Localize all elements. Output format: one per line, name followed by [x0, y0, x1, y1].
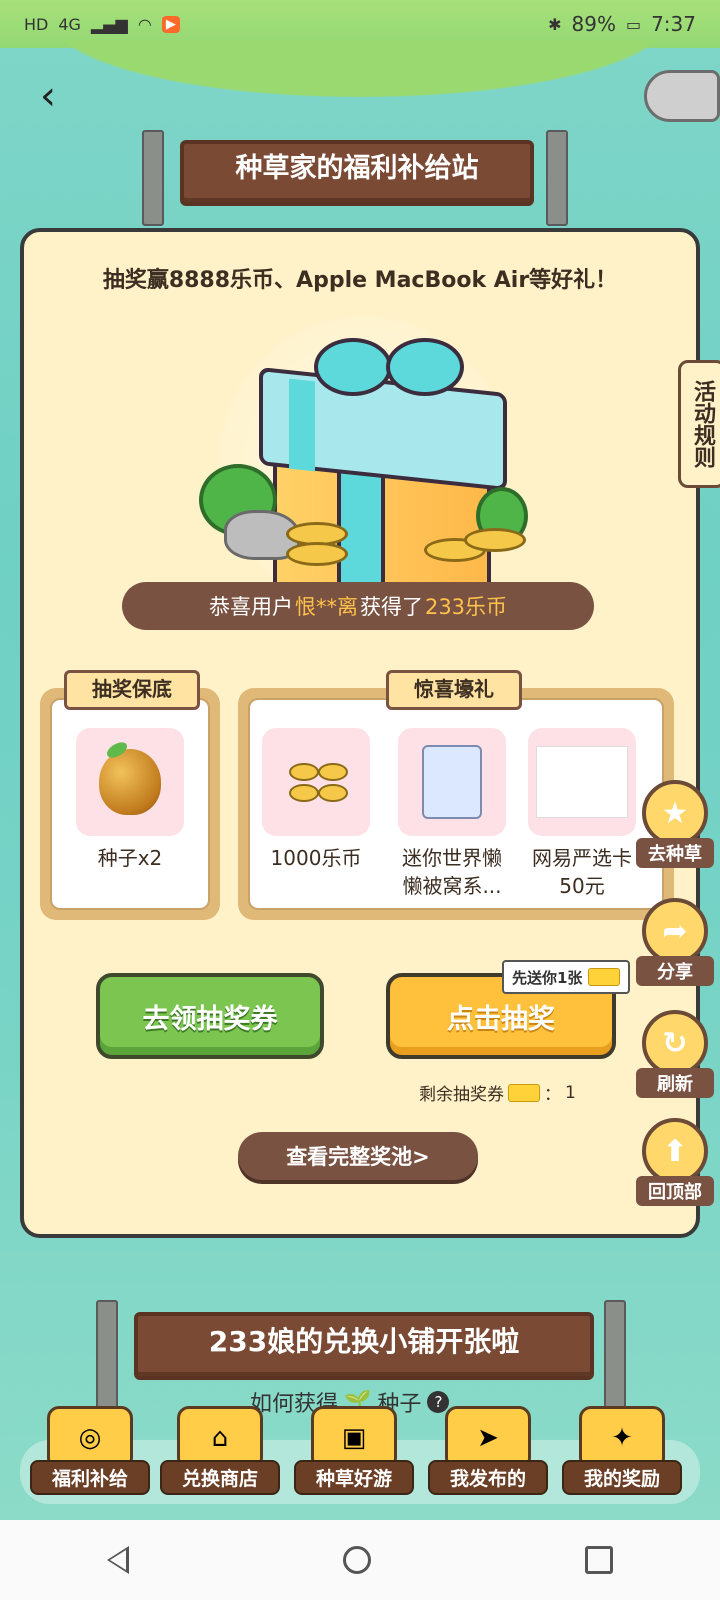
back-button[interactable]: ‹ — [28, 76, 68, 116]
share-button[interactable]: ➦ 分享 — [636, 898, 714, 986]
lottery-card: 抽奖赢8888乐币、Apple MacBook Air等好礼！ 恭喜用户 恨**… — [20, 228, 700, 1238]
free-ticket-tip: 先送你1张 — [502, 960, 631, 994]
prize-label: 1000乐币 — [270, 846, 362, 870]
nav-home-icon[interactable] — [343, 1546, 371, 1574]
float-label: 刷新 — [636, 1068, 714, 1098]
shop-sign: 233娘的兑换小铺开张啦 — [134, 1312, 594, 1380]
notice-middle: 获得了 — [359, 595, 423, 619]
shop-sign-title: 233娘的兑换小铺开张啦 — [208, 1325, 520, 1358]
prize-item[interactable]: 1000乐币 — [262, 728, 370, 872]
guarantee-tag: 抽奖保底 — [64, 670, 200, 710]
tab-good-games[interactable]: ▣ 种草好游 — [294, 1406, 414, 1495]
tab-my-rewards[interactable]: ✦ 我的奖励 — [562, 1406, 682, 1495]
wifi-icon: ◠ — [137, 14, 152, 34]
battery-percent: 89% — [571, 12, 616, 36]
sign-post-right — [604, 1300, 626, 1414]
remaining-label: 剩余抽奖券 — [419, 1085, 504, 1105]
sign-post-left — [142, 130, 164, 226]
sign-post-left — [96, 1300, 118, 1414]
ticket-icon — [588, 968, 621, 986]
grass-header-decoration — [0, 40, 720, 110]
tab-label: 福利补给 — [30, 1460, 150, 1495]
play-badge-icon: ▶ — [161, 15, 180, 33]
arrow-up-icon: ⬆ — [642, 1118, 708, 1184]
tab-label: 兑换商店 — [160, 1460, 280, 1495]
gift-tip-label: 先送你1张 — [512, 968, 583, 987]
prize-item[interactable]: 网易严选卡50元 — [528, 728, 636, 900]
refresh-icon: ↻ — [642, 1010, 708, 1076]
bluetooth-icon: ✱ — [548, 14, 562, 34]
float-label: 去种草 — [636, 838, 714, 868]
hd-icon: HD — [24, 14, 49, 34]
get-tickets-button[interactable]: 去领抽奖券 — [96, 973, 324, 1059]
coin-decoration — [286, 542, 348, 566]
tab-exchange-shop[interactable]: ⌂ 兑换商店 — [160, 1406, 280, 1495]
seed-icon — [76, 728, 184, 836]
tab-label: 我发布的 — [428, 1460, 548, 1495]
headline: 抽奖赢8888乐币、Apple MacBook Air等好礼！ — [102, 268, 618, 293]
back-to-top-button[interactable]: ⬆ 回顶部 — [636, 1118, 714, 1206]
card-icon — [528, 728, 636, 836]
tab-label: 我的奖励 — [562, 1460, 682, 1495]
sign-post-right — [546, 130, 568, 226]
nav-recents-icon[interactable] — [585, 1546, 613, 1574]
page-title: 种草家的福利补给站 — [235, 153, 479, 184]
prize-item[interactable]: 迷你世界懒懒被窝系... — [396, 728, 508, 900]
star-icon: ★ — [642, 780, 708, 846]
surprise-panel: 惊喜壕礼 1000乐币 迷你世界懒懒被窝系... 网易严选卡50元 — [238, 670, 674, 920]
notice-user: 恨**离 — [294, 595, 358, 619]
prize-label: 网易严选卡50元 — [532, 846, 632, 898]
signal-icon: ▂▄▆ — [90, 14, 128, 34]
guarantee-panel: 抽奖保底 种子x2 — [40, 670, 220, 920]
share-arrow-icon: ➦ — [642, 898, 708, 964]
go-plant-button[interactable]: ★ 去种草 — [636, 780, 714, 868]
refresh-button[interactable]: ↻ 刷新 — [636, 1010, 714, 1098]
float-label: 回顶部 — [636, 1176, 714, 1206]
rocks-decoration — [644, 70, 720, 122]
chevron-left-icon: ‹ — [40, 73, 56, 119]
battery-icon: ▭ — [625, 14, 642, 34]
prize-label: 迷你世界懒懒被窝系... — [402, 846, 502, 898]
notice-prefix: 恭喜用户 — [208, 595, 293, 619]
ticket-icon — [508, 1083, 540, 1102]
float-label: 分享 — [636, 956, 714, 986]
coins-icon — [262, 728, 370, 836]
winner-notice: 恭喜用户 恨**离 获得了 233乐币 — [122, 582, 594, 630]
tab-welfare[interactable]: ◎ 福利补给 — [30, 1406, 150, 1495]
notice-prize: 233乐币 — [424, 595, 508, 619]
surprise-tag: 惊喜壕礼 — [386, 670, 522, 710]
toy-box-icon — [398, 728, 506, 836]
prize-item[interactable]: 种子x2 — [76, 728, 184, 872]
tab-label: 种草好游 — [294, 1460, 414, 1495]
view-pool-button[interactable]: 查看完整奖池> — [238, 1132, 478, 1180]
remaining-tickets: 剩余抽奖券 ： 1 — [419, 1080, 576, 1106]
prize-label: 种子x2 — [97, 846, 163, 870]
rules-tab[interactable]: 活动规则 — [678, 360, 720, 488]
system-nav-bar — [0, 1520, 720, 1600]
remaining-count: 1 — [565, 1082, 576, 1103]
coin-decoration — [464, 528, 526, 552]
clock: 7:37 — [651, 12, 696, 36]
page-title-sign: 种草家的福利补给站 — [180, 140, 534, 206]
nav-back-icon[interactable] — [107, 1546, 129, 1574]
network-4g-icon: 4G — [58, 14, 81, 34]
tab-my-posts[interactable]: ➤ 我发布的 — [428, 1406, 548, 1495]
